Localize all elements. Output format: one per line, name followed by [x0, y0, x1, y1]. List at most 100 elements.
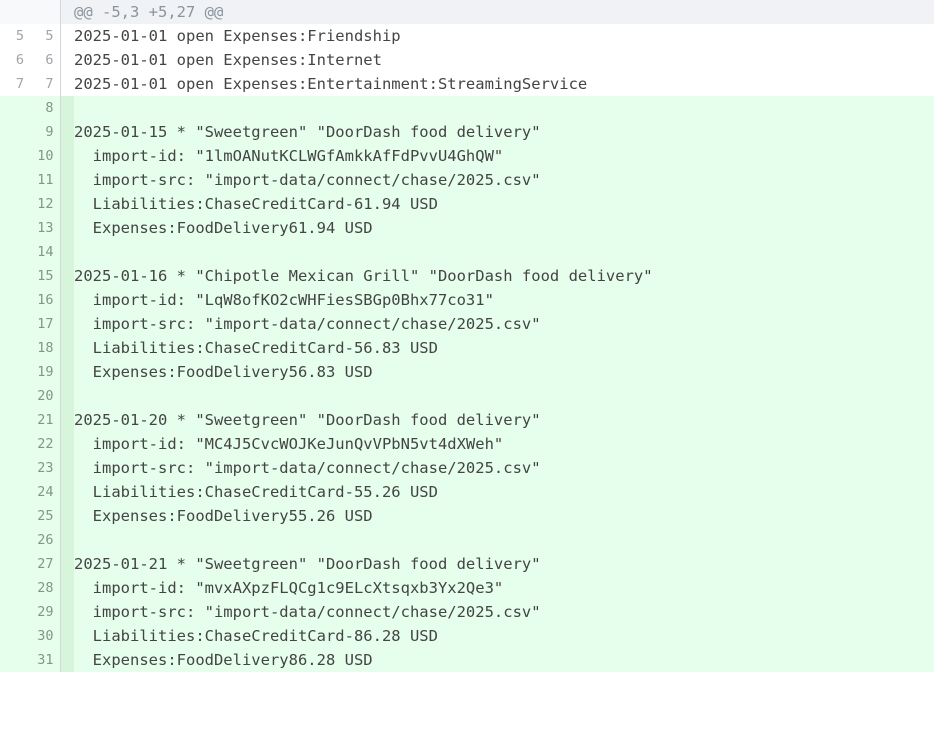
- diff-body: @@ -5,3 +5,27 @@552025-01-01 open Expens…: [0, 0, 934, 672]
- code-cell[interactable]: import-id: "mvxAXpzFLQCg1c9ELcXtsqxb3Yx2…: [74, 576, 934, 600]
- added-line-row[interactable]: 212025-01-20 * "Sweetgreen" "DoorDash fo…: [0, 408, 934, 432]
- old-line-number: [0, 312, 30, 336]
- code-text: 2025-01-16 * "Chipotle Mexican Grill" "D…: [74, 267, 653, 285]
- diff-marker: [60, 192, 74, 216]
- added-line-row[interactable]: 9 2025-01-15 * "Sweetgreen" "DoorDash foo…: [0, 120, 934, 144]
- added-line-row[interactable]: 13 Expenses:FoodDelivery61.94 USD: [0, 216, 934, 240]
- diff-marker: [60, 480, 74, 504]
- diff-marker: [60, 600, 74, 624]
- new-line-number: 5: [30, 24, 60, 48]
- old-line-number: 7: [0, 72, 30, 96]
- diff-marker: [60, 48, 74, 72]
- code-cell[interactable]: 2025-01-01 open Expenses:Internet: [74, 48, 934, 72]
- old-line-number: 6: [0, 48, 30, 72]
- context-line-row[interactable]: 772025-01-01 open Expenses:Entertainment…: [0, 72, 934, 96]
- diff-marker: [60, 288, 74, 312]
- new-line-number: 25: [30, 504, 60, 528]
- code-cell[interactable]: 2025-01-01 open Expenses:Friendship: [74, 24, 934, 48]
- added-line-row[interactable]: 31 Expenses:FoodDelivery86.28 USD: [0, 648, 934, 672]
- new-line-number: 10: [30, 144, 60, 168]
- code-cell[interactable]: [74, 240, 934, 264]
- old-line-number: [0, 528, 30, 552]
- code-cell[interactable]: import-src: "import-data/connect/chase/2…: [74, 312, 934, 336]
- context-line-row[interactable]: 662025-01-01 open Expenses:Internet: [0, 48, 934, 72]
- old-line-number: [0, 552, 30, 576]
- old-line-number: [0, 120, 30, 144]
- hunk-header-row[interactable]: @@ -5,3 +5,27 @@: [0, 0, 934, 24]
- added-line-row[interactable]: 11 import-src: "import-data/connect/chas…: [0, 168, 934, 192]
- posting-account: Liabilities:ChaseCreditCard: [74, 627, 345, 645]
- code-cell[interactable]: 2025-01-15 * "Sweetgreen" "DoorDash food…: [74, 120, 934, 144]
- code-cell[interactable]: [74, 384, 934, 408]
- code-cell[interactable]: Expenses:FoodDelivery86.28 USD: [74, 648, 934, 672]
- added-line-row[interactable]: 16 import-id: "LqW8ofKO2cWHFiesSBGp0Bhx7…: [0, 288, 934, 312]
- diff-marker: [60, 96, 74, 120]
- code-text: import-id: "mvxAXpzFLQCg1c9ELcXtsqxb3Yx2…: [74, 579, 503, 597]
- code-cell[interactable]: Liabilities:ChaseCreditCard-56.83 USD: [74, 336, 934, 360]
- new-line-number: 12: [30, 192, 60, 216]
- added-line-row[interactable]: 30 Liabilities:ChaseCreditCard-86.28 USD: [0, 624, 934, 648]
- code-cell[interactable]: 2025-01-21 * "Sweetgreen" "DoorDash food…: [74, 552, 934, 576]
- code-cell[interactable]: Expenses:FoodDelivery61.94 USD: [74, 216, 934, 240]
- old-line-number: [0, 336, 30, 360]
- code-cell[interactable]: 2025-01-16 * "Chipotle Mexican Grill" "D…: [74, 264, 934, 288]
- code-text: 2025-01-01 open Expenses:Friendship: [74, 27, 401, 45]
- posting-amount: 55.26 USD: [289, 507, 383, 525]
- code-cell[interactable]: Liabilities:ChaseCreditCard-61.94 USD: [74, 192, 934, 216]
- code-cell[interactable]: import-src: "import-data/connect/chase/2…: [74, 168, 934, 192]
- old-line-number: [0, 576, 30, 600]
- new-line-number: 13: [30, 216, 60, 240]
- context-line-row[interactable]: 552025-01-01 open Expenses:Friendship: [0, 24, 934, 48]
- code-cell[interactable]: 2025-01-01 open Expenses:Entertainment:S…: [74, 72, 934, 96]
- new-line-number: 16: [30, 288, 60, 312]
- old-line-number: [0, 216, 30, 240]
- old-line-number: [0, 456, 30, 480]
- added-line-row[interactable]: 28 import-id: "mvxAXpzFLQCg1c9ELcXtsqxb3…: [0, 576, 934, 600]
- added-line-row[interactable]: 8: [0, 96, 934, 120]
- code-cell[interactable]: @@ -5,3 +5,27 @@: [74, 0, 934, 24]
- added-line-row[interactable]: 25 Expenses:FoodDelivery55.26 USD: [0, 504, 934, 528]
- diff-marker: [60, 120, 74, 144]
- old-line-number: [0, 0, 30, 24]
- code-text: 2025-01-01 open Expenses:Internet: [74, 51, 382, 69]
- code-cell[interactable]: import-src: "import-data/connect/chase/2…: [74, 456, 934, 480]
- posting-amount: 86.28 USD: [289, 651, 383, 669]
- code-cell[interactable]: [74, 528, 934, 552]
- code-cell[interactable]: import-id: "MC4J5CvcWOJKeJunQvVPbN5vt4dX…: [74, 432, 934, 456]
- added-line-row[interactable]: 19 Expenses:FoodDelivery56.83 USD: [0, 360, 934, 384]
- added-line-row[interactable]: 29 import-src: "import-data/connect/chas…: [0, 600, 934, 624]
- diff-marker: [60, 384, 74, 408]
- posting-account: Expenses:FoodDelivery: [74, 507, 289, 525]
- diff-table: @@ -5,3 +5,27 @@552025-01-01 open Expens…: [0, 0, 934, 672]
- added-line-row[interactable]: 12 Liabilities:ChaseCreditCard-61.94 USD: [0, 192, 934, 216]
- added-line-row[interactable]: 24 Liabilities:ChaseCreditCard-55.26 USD: [0, 480, 934, 504]
- code-cell[interactable]: 2025-01-20 * "Sweetgreen" "DoorDash food…: [74, 408, 934, 432]
- new-line-number: 9: [30, 120, 60, 144]
- added-line-row[interactable]: 272025-01-21 * "Sweetgreen" "DoorDash fo…: [0, 552, 934, 576]
- added-line-row[interactable]: 26: [0, 528, 934, 552]
- code-cell[interactable]: import-id: "LqW8ofKO2cWHFiesSBGp0Bhx77co…: [74, 288, 934, 312]
- new-line-number: 31: [30, 648, 60, 672]
- code-cell[interactable]: Expenses:FoodDelivery55.26 USD: [74, 504, 934, 528]
- diff-marker: [60, 552, 74, 576]
- code-cell[interactable]: Liabilities:ChaseCreditCard-86.28 USD: [74, 624, 934, 648]
- code-cell[interactable]: Expenses:FoodDelivery56.83 USD: [74, 360, 934, 384]
- added-line-row[interactable]: 14: [0, 240, 934, 264]
- added-line-row[interactable]: 10 import-id: "1lmOANutKCLWGfAmkkAfFdPvv…: [0, 144, 934, 168]
- diff-marker: [60, 408, 74, 432]
- added-line-row[interactable]: 18 Liabilities:ChaseCreditCard-56.83 USD: [0, 336, 934, 360]
- added-line-row[interactable]: 20: [0, 384, 934, 408]
- diff-marker: [60, 168, 74, 192]
- added-line-row[interactable]: 17 import-src: "import-data/connect/chas…: [0, 312, 934, 336]
- posting-amount: 56.83 USD: [289, 363, 383, 381]
- added-line-row[interactable]: 23 import-src: "import-data/connect/chas…: [0, 456, 934, 480]
- code-cell[interactable]: Liabilities:ChaseCreditCard-55.26 USD: [74, 480, 934, 504]
- code-cell[interactable]: import-src: "import-data/connect/chase/2…: [74, 600, 934, 624]
- added-line-row[interactable]: 152025-01-16 * "Chipotle Mexican Grill" …: [0, 264, 934, 288]
- code-cell[interactable]: import-id: "1lmOANutKCLWGfAmkkAfFdPvvU4G…: [74, 144, 934, 168]
- posting-amount: -55.26 USD: [345, 483, 448, 501]
- added-line-row[interactable]: 22 import-id: "MC4J5CvcWOJKeJunQvVPbN5vt…: [0, 432, 934, 456]
- code-cell[interactable]: [74, 96, 934, 120]
- new-line-number: 28: [30, 576, 60, 600]
- old-line-number: [0, 144, 30, 168]
